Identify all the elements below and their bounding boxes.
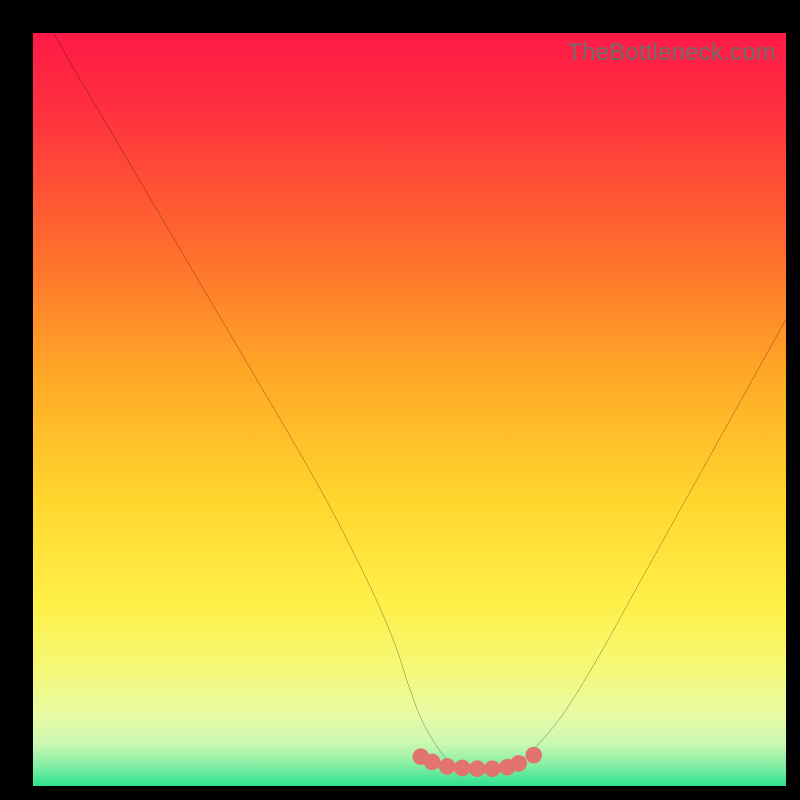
marker-point <box>510 755 527 772</box>
marker-point <box>424 754 441 771</box>
marker-point <box>454 760 471 777</box>
marker-point <box>484 760 501 777</box>
marker-point <box>525 747 542 764</box>
bottleneck-curve <box>33 33 786 772</box>
marker-point <box>469 760 486 777</box>
chart-svg <box>33 33 786 786</box>
plot-area: TheBottleneck.com <box>33 33 786 786</box>
marker-point <box>439 758 456 775</box>
chart-frame: TheBottleneck.com <box>0 0 800 800</box>
optimal-range-markers <box>413 747 543 777</box>
watermark-text: TheBottleneck.com <box>567 39 776 67</box>
